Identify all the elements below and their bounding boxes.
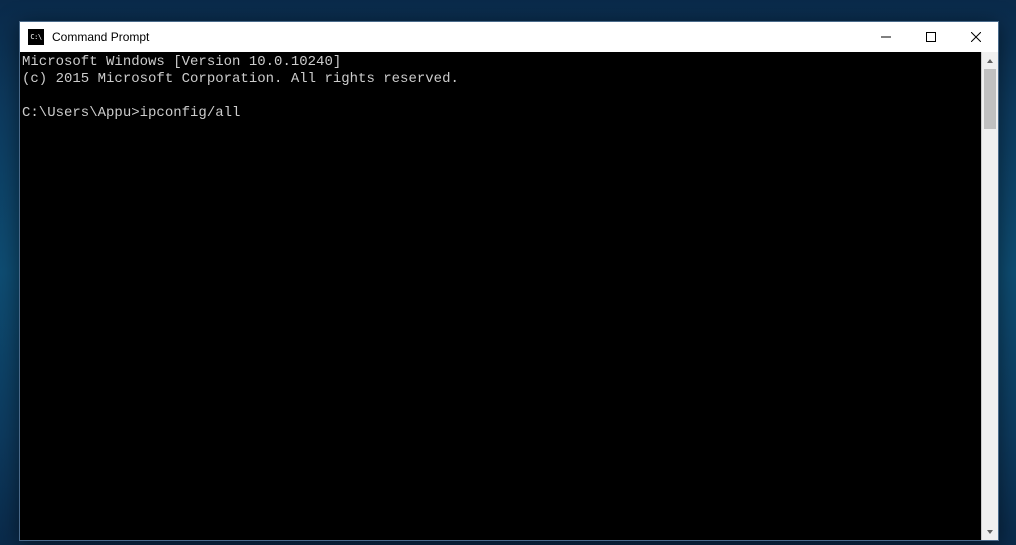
terminal-line [22, 88, 981, 105]
scroll-up-button[interactable] [982, 52, 998, 69]
content-area: Microsoft Windows [Version 10.0.10240](c… [20, 52, 998, 540]
cmd-icon: C:\ [28, 29, 44, 45]
maximize-button[interactable] [908, 22, 953, 52]
window-controls [863, 22, 998, 52]
scroll-track[interactable] [982, 69, 998, 523]
minimize-button[interactable] [863, 22, 908, 52]
terminal-output[interactable]: Microsoft Windows [Version 10.0.10240](c… [20, 52, 981, 540]
terminal-line: Microsoft Windows [Version 10.0.10240] [22, 54, 981, 71]
scroll-thumb[interactable] [984, 69, 996, 129]
close-button[interactable] [953, 22, 998, 52]
chevron-up-icon [986, 57, 994, 65]
maximize-icon [926, 32, 936, 42]
chevron-down-icon [986, 528, 994, 536]
cmd-icon-text: C:\ [30, 34, 41, 41]
scroll-down-button[interactable] [982, 523, 998, 540]
vertical-scrollbar[interactable] [981, 52, 998, 540]
terminal-line: (c) 2015 Microsoft Corporation. All righ… [22, 71, 981, 88]
titlebar[interactable]: C:\ Command Prompt [20, 22, 998, 52]
close-icon [971, 32, 981, 42]
terminal-line: C:\Users\Appu>ipconfig/all [22, 105, 981, 122]
minimize-icon [881, 32, 891, 42]
window-title: Command Prompt [52, 30, 863, 44]
command-prompt-window: C:\ Command Prompt Microsoft Windows [Ve… [19, 21, 999, 541]
